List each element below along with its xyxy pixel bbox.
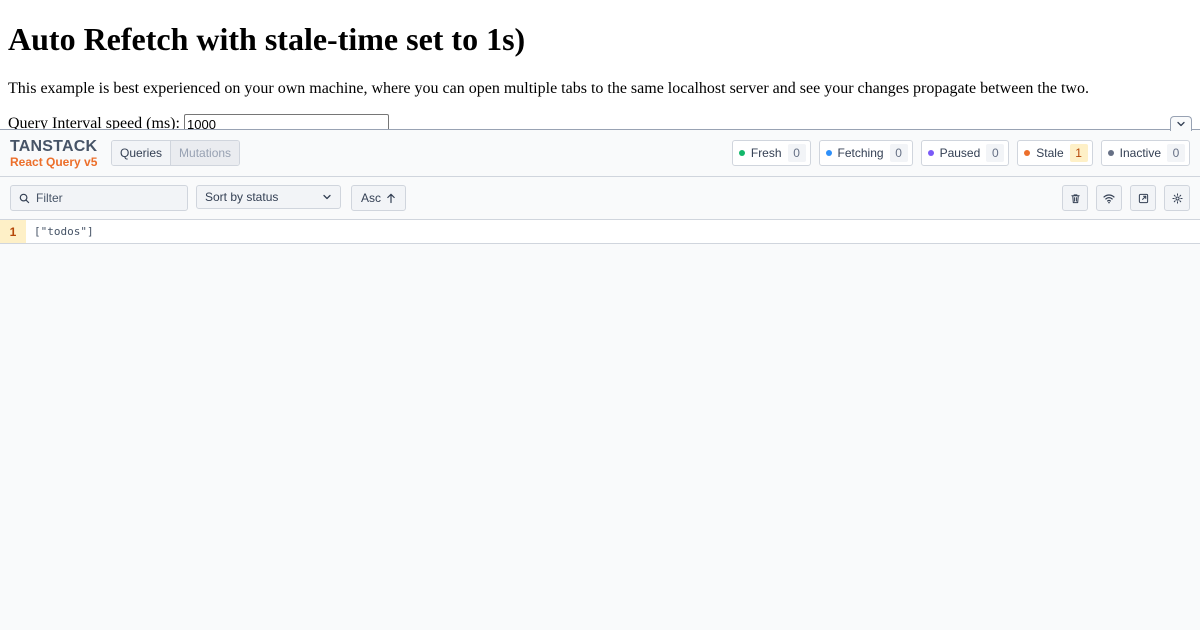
search-icon xyxy=(19,193,30,204)
external-window-icon xyxy=(1138,193,1148,203)
status-count: 0 xyxy=(1167,144,1185,162)
observer-count: 1 xyxy=(0,220,26,243)
tab-queries[interactable]: Queries xyxy=(112,141,171,165)
gear-icon xyxy=(1171,192,1183,204)
status-fresh-badge[interactable]: Fresh 0 xyxy=(731,140,811,166)
sort-order-button[interactable]: Asc xyxy=(351,185,406,211)
status-inactive-badge[interactable]: Inactive 0 xyxy=(1100,140,1190,166)
devtools-tool-buttons xyxy=(1062,185,1190,211)
logo-main-text: TANSTACK xyxy=(10,138,98,155)
status-label: Fetching xyxy=(837,146,884,160)
devtools-logo[interactable]: TANSTACK React Query v5 xyxy=(10,138,97,169)
query-row[interactable]: 1 ["todos"] xyxy=(0,220,1200,244)
devtools-header: TANSTACK React Query v5 Queries Mutation… xyxy=(0,130,1200,177)
status-count: 0 xyxy=(889,144,908,162)
status-stale-badge[interactable]: Stale 1 xyxy=(1017,140,1093,166)
logo-sub-text: React Query v5 xyxy=(10,155,98,169)
sort-order-label: Asc xyxy=(360,191,381,205)
status-label: Inactive xyxy=(1119,146,1161,160)
status-count: 0 xyxy=(787,144,806,162)
chevron-down-icon xyxy=(323,194,331,200)
status-label: Stale xyxy=(1036,146,1064,160)
filter-input[interactable] xyxy=(34,190,178,206)
status-paused-badge[interactable]: Paused 0 xyxy=(920,140,1010,166)
clear-cache-button[interactable] xyxy=(1062,185,1088,211)
interval-input[interactable] xyxy=(184,114,389,130)
mock-offline-button[interactable] xyxy=(1096,185,1122,211)
paused-status-dot-icon xyxy=(927,150,934,156)
status-label: Fresh xyxy=(750,146,782,160)
devtools-panel: TANSTACK React Query v5 Queries Mutation… xyxy=(0,116,1200,630)
view-toggle: Queries Mutations xyxy=(111,140,241,166)
interval-row: Query Interval speed (ms): xyxy=(8,113,389,130)
status-count: 0 xyxy=(986,144,1005,162)
filter-box[interactable] xyxy=(10,185,188,211)
fetching-status-dot-icon xyxy=(825,150,832,156)
settings-button[interactable] xyxy=(1164,185,1190,211)
query-key: ["todos"] xyxy=(34,225,94,238)
wifi-icon xyxy=(1103,193,1115,203)
page-description: This example is best experienced on your… xyxy=(8,80,1089,97)
status-fetching-badge[interactable]: Fetching 0 xyxy=(818,140,913,166)
status-count: 1 xyxy=(1069,144,1088,162)
fresh-status-dot-icon xyxy=(738,150,745,156)
chevron-down-icon xyxy=(1177,121,1185,127)
sort-select[interactable]: Sort by status xyxy=(196,185,341,209)
status-badges: Fresh 0 Fetching 0 Paused 0 Stale 1 Inac… xyxy=(731,140,1190,166)
tab-mutations[interactable]: Mutations xyxy=(170,141,240,165)
stale-status-dot-icon xyxy=(1024,150,1031,156)
devtools-toolbar: Sort by status Asc xyxy=(0,177,1200,220)
inactive-status-dot-icon xyxy=(1107,150,1114,156)
sort-select-value: Sort by status xyxy=(205,190,279,204)
status-label: Paused xyxy=(939,146,981,160)
interval-label: Query Interval speed (ms): xyxy=(8,115,180,130)
collapse-devtools-button[interactable] xyxy=(1170,116,1192,131)
open-pip-button[interactable] xyxy=(1130,185,1156,211)
arrow-up-icon xyxy=(387,193,395,203)
trash-icon xyxy=(1070,193,1080,203)
example-page: Auto Refetch with stale-time set to 1s) … xyxy=(0,0,1200,130)
page-title: Auto Refetch with stale-time set to 1s) xyxy=(8,21,526,57)
query-list: 1 ["todos"] xyxy=(0,220,1200,244)
